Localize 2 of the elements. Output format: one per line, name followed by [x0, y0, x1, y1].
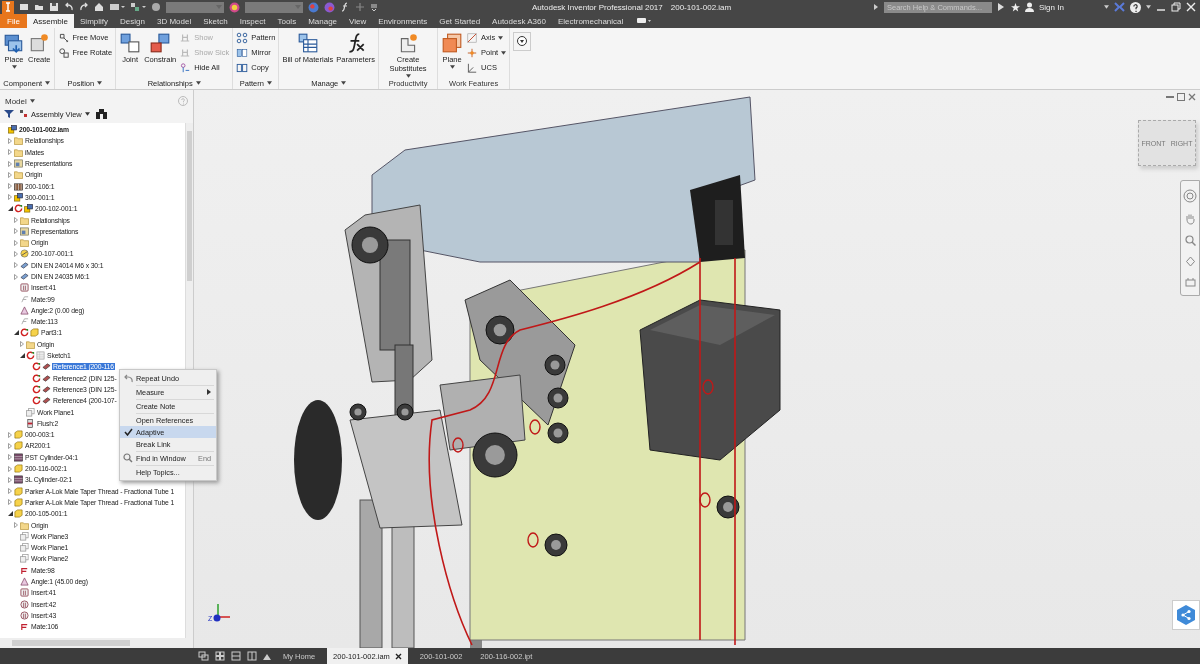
app-title: Autodesk Inventor Professional 2017 — [532, 2, 663, 12]
document-title: 200-101-002.iam — [670, 2, 732, 12]
